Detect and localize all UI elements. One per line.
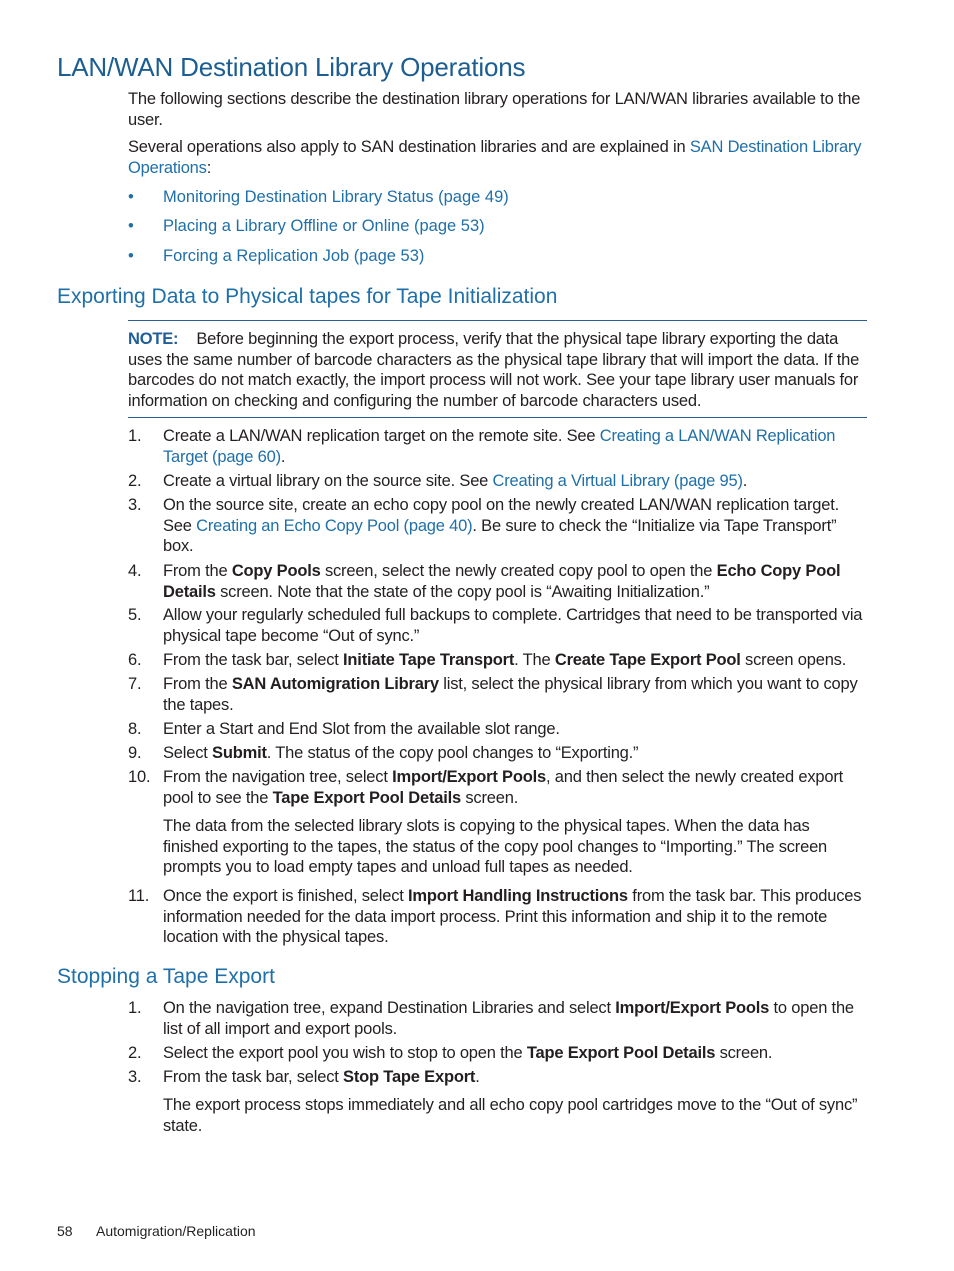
bullet-icon: • bbox=[128, 188, 134, 206]
bullet-icon: • bbox=[128, 217, 134, 235]
step-text-fragment: . bbox=[280, 447, 286, 466]
step-text-fragment: From the task bar, select bbox=[163, 1068, 344, 1086]
step-text-fragment: . The bbox=[514, 651, 555, 669]
step10-followup: The data from the selected library slots… bbox=[163, 817, 828, 877]
step-number: 2. bbox=[128, 472, 142, 490]
note-label: NOTE: bbox=[128, 330, 179, 348]
step-text: From the navigation tree, select Import/… bbox=[163, 767, 868, 808]
page-number: 58 bbox=[57, 1223, 73, 1239]
step-item: 8. Enter a Start and End Slot from the av… bbox=[128, 719, 868, 740]
bullet-icon: • bbox=[128, 247, 134, 265]
link-offline-online[interactable]: Placing a Library Offline or Online (pag… bbox=[163, 217, 485, 236]
step-text-fragment: screen. bbox=[461, 788, 519, 807]
step-text-fragment: On the navigation tree, expand Destinati… bbox=[163, 999, 616, 1017]
step-text: Select the export pool you wish to stop … bbox=[163, 1043, 868, 1064]
link-forcing-replication[interactable]: Forcing a Replication Job (page 53) bbox=[163, 247, 424, 266]
step-text: On the navigation tree, expand Destinati… bbox=[163, 998, 868, 1039]
step-item: 5. Allow your regularly scheduled full ba… bbox=[128, 605, 868, 646]
step-number: 7. bbox=[128, 675, 142, 693]
step-number: 10. bbox=[128, 768, 151, 786]
step-item: 10. From the navigation tree, select Impo… bbox=[128, 767, 868, 808]
step-item: 9. Select Submit. The status of the copy … bbox=[128, 743, 868, 764]
step-text: From the task bar, select Stop Tape Expo… bbox=[163, 1067, 868, 1088]
step-text: Enter a Start and End Slot from the avai… bbox=[163, 719, 868, 740]
step-text-fragment: Create a virtual library on the source s… bbox=[163, 472, 493, 490]
step-item: 1. Create a LAN/WAN replication target on… bbox=[128, 426, 868, 467]
step-item: 3. On the source site, create an echo cop… bbox=[128, 495, 868, 557]
step-text: Once the export is finished, select Impo… bbox=[163, 886, 868, 948]
intro2-suffix: : bbox=[206, 159, 212, 177]
step-text-fragment: Once the export is finished, select bbox=[163, 887, 409, 905]
step-number: 1. bbox=[128, 427, 142, 445]
step-text: From the Copy Pools screen, select the n… bbox=[163, 561, 868, 602]
step-text: From the SAN Automigration Library list,… bbox=[163, 674, 868, 715]
step-text-fragment: Allow your regularly scheduled full back… bbox=[163, 606, 863, 645]
ui-element-name: Initiate Tape Transport bbox=[343, 651, 515, 669]
intro2-paragraph: Several operations also apply to SAN des… bbox=[128, 137, 868, 179]
step-text-fragment: Enter a Start and End Slot from the avai… bbox=[163, 720, 560, 738]
step-number: 3. bbox=[128, 1068, 142, 1086]
footer-section: Automigration/Replication bbox=[96, 1223, 256, 1239]
step-text-fragment: From the task bar, select bbox=[163, 651, 344, 669]
step-text-fragment: From the bbox=[163, 562, 232, 580]
step-item: 4. From the Copy Pools screen, select the… bbox=[128, 561, 868, 602]
step-number: 9. bbox=[128, 744, 142, 762]
ui-element-name: Copy Pools bbox=[231, 562, 321, 580]
ui-element-name: Import/Export Pools bbox=[615, 999, 770, 1017]
step3-followup: The export process stops immediately and… bbox=[163, 1096, 858, 1135]
step-text-fragment: Create a LAN/WAN replication target on t… bbox=[163, 427, 600, 445]
step-text-fragment: . bbox=[475, 1068, 480, 1086]
step-link[interactable]: Creating a Virtual Library (page 95) bbox=[493, 472, 743, 490]
step-text-fragment: screen. Note that the state of the copy … bbox=[215, 582, 710, 601]
step-text: Create a LAN/WAN replication target on t… bbox=[163, 426, 868, 467]
step-text-fragment: From the bbox=[163, 675, 232, 693]
ui-element-name: Stop Tape Export bbox=[343, 1068, 476, 1086]
step-text-fragment: Select the export pool you wish to stop … bbox=[163, 1044, 527, 1062]
step-text: From the task bar, select Initiate Tape … bbox=[163, 650, 868, 671]
step-number: 11. bbox=[128, 887, 150, 905]
step-number: 5. bbox=[128, 606, 142, 624]
link-monitoring-status[interactable]: Monitoring Destination Library Status (p… bbox=[163, 188, 509, 207]
step-link[interactable]: Creating an Echo Copy Pool (page 40) bbox=[196, 517, 472, 535]
step-number: 8. bbox=[128, 720, 142, 738]
step-item: 2. Select the export pool you wish to sto… bbox=[128, 1043, 868, 1064]
step-text: Create a virtual library on the source s… bbox=[163, 471, 868, 492]
note-box: NOTE: Before beginning the export process… bbox=[128, 320, 867, 419]
intro-paragraph: The following sections describe the dest… bbox=[128, 90, 861, 129]
step-text-fragment: . bbox=[742, 472, 748, 490]
ui-element-name: SAN Automigration Library bbox=[231, 675, 439, 693]
step-text-fragment: From the navigation tree, select bbox=[163, 768, 393, 786]
ui-element-name: Import Handling Instructions bbox=[408, 887, 628, 905]
step-item: 1. On the navigation tree, expand Destina… bbox=[128, 998, 868, 1039]
ui-element-name: Tape Export Pool Details bbox=[526, 1044, 716, 1062]
note-text: Before beginning the export process, ver… bbox=[128, 330, 860, 410]
step-item: 6. From the task bar, select Initiate Tap… bbox=[128, 650, 868, 671]
step-text-fragment: . The status of the copy pool changes to… bbox=[266, 744, 639, 762]
ui-element-name: Tape Export Pool Details bbox=[272, 788, 462, 807]
step-text: Select Submit. The status of the copy po… bbox=[163, 743, 868, 764]
intro2-text: Several operations also apply to SAN des… bbox=[128, 138, 690, 156]
step-text: Allow your regularly scheduled full back… bbox=[163, 605, 868, 646]
step-text-fragment: screen opens. bbox=[740, 651, 847, 669]
step-text-fragment: screen. bbox=[715, 1044, 773, 1062]
step-number: 2. bbox=[128, 1044, 142, 1062]
step-item: 7. From the SAN Automigration Library lis… bbox=[128, 674, 868, 715]
step-item: 3. From the task bar, select Stop Tape Ex… bbox=[128, 1067, 868, 1088]
section-title-export: Exporting Data to Physical tapes for Tap… bbox=[57, 285, 558, 308]
ui-element-name: Import/Export Pools bbox=[392, 768, 546, 786]
step-item: 2. Create a virtual library on the source… bbox=[128, 471, 868, 492]
step-text: On the source site, create an echo copy … bbox=[163, 495, 868, 557]
ui-element-name: Submit bbox=[212, 744, 267, 762]
section-title-stop: Stopping a Tape Export bbox=[57, 965, 275, 988]
step-text-fragment: screen, select the newly created copy po… bbox=[320, 562, 717, 580]
page-title: LAN/WAN Destination Library Operations bbox=[57, 52, 526, 82]
step-number: 3. bbox=[128, 496, 142, 514]
step-number: 6. bbox=[128, 651, 142, 669]
step-text-fragment: Select bbox=[163, 744, 213, 762]
step-item: 11. Once the export is finished, select I… bbox=[128, 886, 868, 948]
ui-element-name: Create Tape Export Pool bbox=[554, 651, 741, 669]
step-number: 1. bbox=[128, 999, 142, 1017]
step-number: 4. bbox=[128, 562, 142, 580]
